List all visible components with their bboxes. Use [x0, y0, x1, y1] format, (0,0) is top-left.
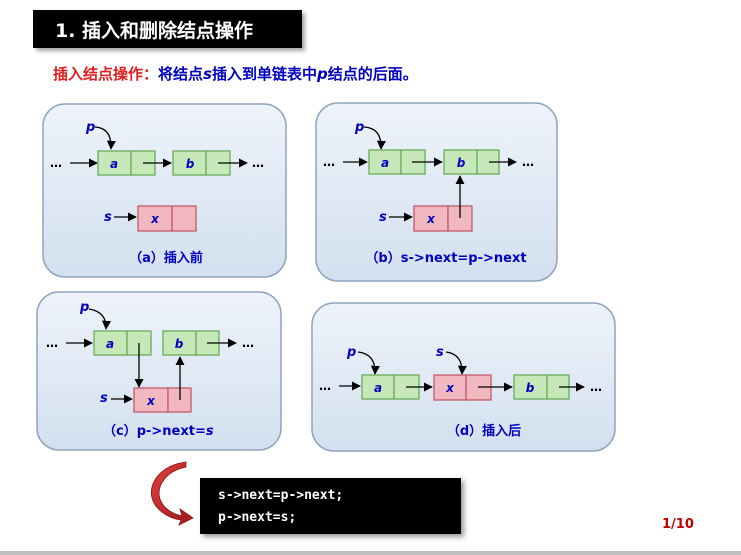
- code-box: s->next=p->next; p->next=s;: [200, 478, 461, 534]
- panel-c-ellipsis-left: …: [46, 336, 58, 350]
- code-line-2: p->next=s;: [218, 510, 297, 525]
- panel-a-ellipsis-left: …: [50, 156, 62, 170]
- panel-b: p … a b … s x （b）s->next=p->next: [315, 102, 558, 282]
- panel-a-node-a-label: a: [110, 157, 118, 171]
- panel-b-node-a-label: a: [381, 156, 389, 170]
- panel-c-caption-prefix: （c）p->next=: [103, 423, 206, 439]
- panel-c-node-a: a: [93, 330, 152, 356]
- panel-b-ellipsis-right: …: [522, 155, 534, 169]
- panel-a: p … a b … s x （a）插入前: [42, 103, 287, 278]
- panel-d-node-x-label: x: [445, 381, 455, 395]
- panel-a-node-x: x: [137, 205, 197, 232]
- panel-c-node-x-label: x: [146, 394, 156, 408]
- panel-c: p … a b … s x （c）p->next=s: [36, 291, 282, 451]
- panel-d-ellipsis-right: …: [590, 380, 602, 394]
- panel-b-s-label: s: [379, 210, 387, 225]
- panel-b-node-x: x: [413, 205, 473, 232]
- panel-c-s-label: s: [100, 391, 108, 406]
- diagram-canvas: p … a b … s x （a）插入前 p … a b … s x （b）s-…: [36, 102, 616, 526]
- page-number: 1/10: [662, 517, 694, 532]
- panel-d-node-a-label: a: [374, 381, 382, 395]
- panel-a-caption: （a）插入前: [129, 250, 203, 266]
- panel-b-p-label: p: [354, 120, 364, 135]
- panel-d-s-label: s: [436, 345, 444, 360]
- bottom-divider: [0, 551, 741, 555]
- panel-a-node-x-label: x: [150, 212, 160, 226]
- panel-a-ellipsis-right: …: [252, 156, 264, 170]
- panel-c-p-label: p: [79, 300, 89, 315]
- panel-b-ellipsis-left: …: [323, 155, 335, 169]
- panel-c-node-a-label: a: [106, 337, 114, 351]
- panel-a-s-label: s: [104, 210, 112, 225]
- panel-b-node-b-label: b: [457, 156, 466, 170]
- panel-d-caption: （d）插入后: [447, 423, 521, 439]
- panel-c-caption: （c）p->next=s: [103, 423, 214, 439]
- panel-d-ellipsis-left: …: [319, 379, 331, 393]
- panel-d: p s … a x b … （d）插入后: [311, 302, 616, 452]
- panel-b-caption: （b）s->next=p->next: [365, 250, 526, 266]
- curved-arrow-icon: [150, 461, 194, 526]
- panel-c-caption-s: s: [206, 424, 214, 439]
- code-line-1: s->next=p->next;: [218, 488, 344, 503]
- panel-d-node-b-label: b: [526, 381, 535, 395]
- panel-c-node-b-label: b: [175, 337, 184, 351]
- panel-c-node-x: x: [133, 387, 192, 413]
- panel-a-node-b-label: b: [186, 157, 195, 171]
- panel-a-p-label: p: [85, 120, 95, 135]
- panel-b-node-x-label: x: [426, 212, 436, 226]
- panel-c-ellipsis-right: …: [242, 336, 254, 350]
- panel-d-p-label: p: [346, 345, 356, 360]
